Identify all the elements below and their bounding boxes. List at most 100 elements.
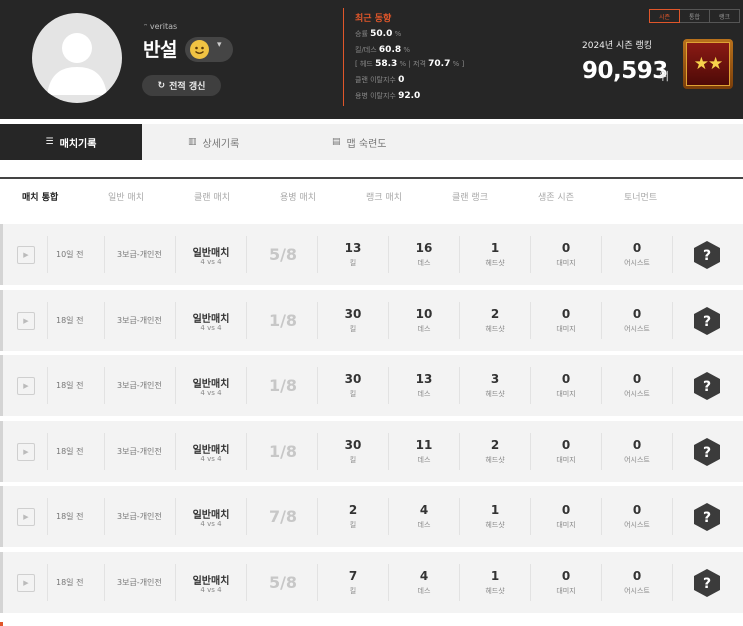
replay-icon[interactable]: ▶ xyxy=(17,246,35,264)
death-value: 16 xyxy=(415,241,433,255)
cell-divider xyxy=(104,302,105,339)
refresh-icon: ↻ xyxy=(157,80,166,91)
cell-divider xyxy=(47,367,48,404)
head-sniper-stat: [ 헤드 58.3 % | 저격 70.7 % ] xyxy=(355,59,464,69)
kill-value: 30 xyxy=(344,372,362,386)
subtab-normal[interactable]: 일반 매치 xyxy=(108,190,144,203)
death-value: 4 xyxy=(419,503,429,517)
tab-label: 맵 숙련도 xyxy=(346,138,387,150)
tab-label: 상세기록 xyxy=(202,138,240,150)
match-type: 일반매치 xyxy=(192,576,230,587)
refresh-label: 전적 갱신 xyxy=(169,82,206,92)
death-value: 10 xyxy=(415,307,433,321)
cell-divider xyxy=(672,433,673,470)
cell-divider xyxy=(672,498,673,535)
match-row[interactable]: ▶ 10일 전 3보급-개인전 일반매치 4 vs 4 5/8 13 킬 16 데스 1 헤드샷 0 대미… xyxy=(0,224,743,285)
subtab-mercenary[interactable]: 용병 매치 xyxy=(280,190,316,203)
user-silhouette-icon xyxy=(47,33,107,95)
unknown-item-icon[interactable]: ? xyxy=(693,437,721,467)
win-rate-unit: % xyxy=(394,30,402,38)
headshot-value: 1 xyxy=(490,569,500,583)
cell-divider xyxy=(317,302,318,339)
replay-icon[interactable]: ▶ xyxy=(17,312,35,330)
match-team-size: 4 vs 4 xyxy=(200,520,222,528)
unknown-item-icon[interactable]: ? xyxy=(693,568,721,598)
tab-map-mastery[interactable]: ▤ 맵 숙련도 xyxy=(332,124,387,160)
cell-divider xyxy=(601,433,602,470)
replay-icon[interactable]: ▶ xyxy=(17,377,35,395)
cell-divider xyxy=(47,302,48,339)
sniper-rate-value: 70.7 xyxy=(428,59,451,69)
replay-icon[interactable]: ▶ xyxy=(17,574,35,592)
unknown-item-icon[interactable]: ? xyxy=(693,371,721,401)
row-accent-bar xyxy=(0,421,3,482)
merc-leave-label: 용병 이탈지수 xyxy=(355,92,396,100)
subtab-tournament[interactable]: 토너먼트 xyxy=(624,190,657,203)
assist-value: 0 xyxy=(632,503,642,517)
cell-divider xyxy=(317,564,318,601)
assist-value: 0 xyxy=(632,241,642,255)
subtab-survival[interactable]: 생존 시즌 xyxy=(538,190,574,203)
match-row[interactable]: ▶ 18일 전 3보급-개인전 일반매치 4 vs 4 1/8 30 킬 13 데스 3 헤드샷 0 대미… xyxy=(0,355,743,416)
match-team-size: 4 vs 4 xyxy=(200,389,222,397)
cell-divider xyxy=(459,236,460,273)
kill-value: 30 xyxy=(344,307,362,321)
headshot-value: 3 xyxy=(490,372,500,386)
cell-divider xyxy=(175,302,176,339)
match-team-size: 4 vs 4 xyxy=(200,586,222,594)
subtab-clan-rank[interactable]: 클랜 랭크 xyxy=(452,190,488,203)
bracket-close: ] xyxy=(461,60,465,68)
emoji-selector[interactable]: ▾ xyxy=(185,37,233,62)
smiley-emoji-icon xyxy=(190,40,209,59)
match-row[interactable]: ▶ 18일 전 3보급-개인전 일반매치 4 vs 4 5/8 7 킬 4 데스 1 헤드샷 0 대미지 0… xyxy=(0,552,743,613)
subtab-rank[interactable]: 랭크 매치 xyxy=(366,190,402,203)
cell-divider xyxy=(601,564,602,601)
tab-rank[interactable]: 랭크 xyxy=(709,9,740,23)
tab-match-record[interactable]: ☰ 매치기록 xyxy=(0,124,142,160)
match-row[interactable]: ▶ 18일 전 3보급-개인전 일반매치 4 vs 4 1/8 30 킬 10 데스 2 헤드샷 0 대미… xyxy=(0,290,743,351)
damage-value: 0 xyxy=(561,438,571,452)
unknown-item-icon[interactable]: ? xyxy=(693,306,721,336)
tab-total[interactable]: 통합 xyxy=(679,9,710,23)
season-ranking-label: 2024년 시즌 랭킹 xyxy=(582,41,653,51)
subtab-clan[interactable]: 클랜 매치 xyxy=(194,190,230,203)
unknown-mark: ? xyxy=(703,510,711,526)
tab-detail-record[interactable]: ▥ 상세기록 xyxy=(188,124,239,160)
unknown-mark: ? xyxy=(703,314,711,330)
unknown-item-icon[interactable]: ? xyxy=(693,502,721,532)
death-value: 13 xyxy=(415,372,433,386)
headshot-value: 1 xyxy=(490,503,500,517)
cell-divider xyxy=(530,498,531,535)
refresh-record-button[interactable]: ↻ 전적 갱신 xyxy=(142,75,221,96)
headshot-rate-unit: % xyxy=(399,60,407,68)
bracket-open: [ xyxy=(355,60,358,68)
assist-label: 어시스트 xyxy=(624,587,650,595)
subtab-all[interactable]: 매치 통합 xyxy=(22,190,58,203)
cell-divider xyxy=(175,236,176,273)
replay-icon[interactable]: ▶ xyxy=(17,443,35,461)
replay-icon[interactable]: ▶ xyxy=(17,508,35,526)
unknown-item-icon[interactable]: ? xyxy=(693,240,721,270)
clan-leave-label: 클랜 이탈지수 xyxy=(355,76,396,84)
cell-divider xyxy=(459,302,460,339)
section-divider xyxy=(0,177,743,179)
kill-value: 7 xyxy=(348,569,358,583)
cell-divider xyxy=(47,498,48,535)
match-time: 18일 전 xyxy=(56,512,84,521)
assist-value: 0 xyxy=(632,372,642,386)
match-row[interactable]: ▶ 18일 전 3보급-개인전 일반매치 4 vs 4 1/8 30 킬 11 데스 2 헤드샷 0 대미… xyxy=(0,421,743,482)
headshot-rate-value: 58.3 xyxy=(375,59,398,69)
match-time: 18일 전 xyxy=(56,381,84,390)
headshot-label: 헤드샷 xyxy=(485,259,505,267)
cell-divider xyxy=(388,498,389,535)
clan-leave-value: 0 xyxy=(398,75,405,85)
damage-value: 0 xyxy=(561,372,571,386)
cell-divider xyxy=(175,433,176,470)
match-row[interactable]: ▶ 18일 전 3보급-개인전 일반매치 4 vs 4 7/8 2 킬 4 데스 1 헤드샷 0 대미지 0… xyxy=(0,486,743,547)
merc-leave-value: 92.0 xyxy=(398,91,421,101)
row-accent-bar xyxy=(0,622,3,626)
tab-season[interactable]: 시즌 xyxy=(649,9,680,23)
death-value: 11 xyxy=(415,438,433,452)
kd-label: 킬/데스 xyxy=(355,46,377,54)
cell-divider xyxy=(388,564,389,601)
